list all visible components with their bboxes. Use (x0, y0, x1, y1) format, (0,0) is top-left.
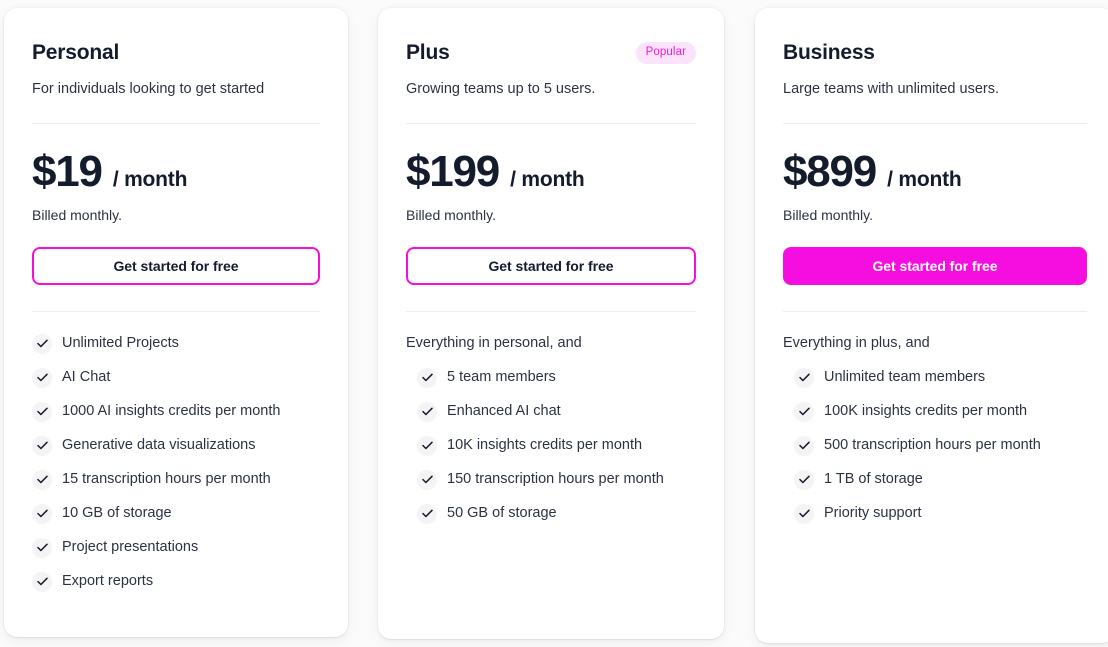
plan-name: Business (783, 41, 875, 64)
plan-title-row: Plus Popular (406, 39, 696, 67)
billing-note: Billed monthly. (406, 207, 497, 223)
feature-item: 500 transcription hours per month (794, 435, 1087, 456)
feature-item: 150 transcription hours per month (417, 469, 696, 490)
plan-name: Personal (32, 41, 120, 64)
check-icon (794, 469, 814, 490)
feature-label: 50 GB of storage (447, 505, 557, 521)
feature-item: 1000 AI insights credits per month (32, 401, 320, 422)
plan-description: Growing teams up to 5 users. (406, 81, 596, 97)
feature-item: 5 team members (417, 367, 696, 388)
pricing-plans-grid: Personal For individuals looking to get … (0, 0, 1108, 647)
check-icon (417, 503, 437, 524)
feature-item: 100K insights credits per month (794, 401, 1087, 422)
plan-header: Personal For individuals looking to get … (32, 8, 320, 99)
check-icon (32, 469, 52, 490)
price-amount: $199 (406, 147, 500, 196)
plan-title-row: Business (783, 39, 1087, 67)
plan-description: Large teams with unlimited users. (783, 81, 999, 97)
price-amount: $19 (32, 147, 103, 196)
feature-label: 150 transcription hours per month (447, 471, 664, 487)
feature-intro: Everything in plus, and (783, 335, 930, 351)
feature-item: Unlimited Projects (32, 333, 320, 354)
feature-item: Generative data visualizations (32, 435, 320, 456)
feature-item: 50 GB of storage (417, 503, 696, 524)
plan-name: Plus (406, 41, 450, 64)
price-row: $19 / month (32, 150, 320, 194)
plan-title-row: Personal (32, 39, 320, 67)
feature-label: 5 team members (447, 369, 556, 385)
get-started-button[interactable]: Get started for free (32, 247, 320, 285)
check-icon (417, 401, 437, 422)
feature-item: 10K insights credits per month (417, 435, 696, 456)
check-icon (417, 435, 437, 456)
feature-item: 15 transcription hours per month (32, 469, 320, 490)
feature-label: Export reports (62, 573, 154, 589)
check-icon (32, 571, 52, 592)
price-period: / month (112, 168, 188, 191)
feature-label: Enhanced AI chat (447, 403, 561, 419)
feature-label: AI Chat (62, 369, 111, 385)
check-icon (794, 367, 814, 388)
check-icon (794, 401, 814, 422)
plan-card-plus: Plus Popular Growing teams up to 5 users… (378, 8, 724, 639)
price-amount: $899 (783, 147, 877, 196)
plan-card-personal: Personal For individuals looking to get … (4, 8, 348, 637)
price-block: $199 / month Billed monthly. (406, 124, 696, 224)
feature-label: 1 TB of storage (824, 471, 923, 487)
plan-header: Plus Popular Growing teams up to 5 users… (406, 8, 696, 99)
check-icon (794, 503, 814, 524)
price-block: $899 / month Billed monthly. (783, 124, 1087, 224)
check-icon (417, 469, 437, 490)
price-period: / month (510, 168, 585, 191)
feature-label: Generative data visualizations (62, 437, 256, 453)
check-icon (794, 435, 814, 456)
feature-list: Unlimited Projects AI Chat 1000 AI insig… (32, 312, 320, 592)
feature-item: 1 TB of storage (794, 469, 1087, 490)
feature-item: Enhanced AI chat (417, 401, 696, 422)
feature-label: Priority support (824, 505, 922, 521)
get-started-button[interactable]: Get started for free (406, 247, 696, 285)
feature-item: Unlimited team members (794, 367, 1087, 388)
get-started-button[interactable]: Get started for free (783, 247, 1087, 285)
feature-label: 500 transcription hours per month (824, 437, 1041, 453)
billing-note: Billed monthly. (32, 207, 123, 223)
feature-item: Export reports (32, 571, 320, 592)
feature-list: Everything in plus, and Unlimited team m… (783, 312, 1087, 524)
billing-note: Billed monthly. (783, 207, 874, 223)
check-icon (32, 333, 52, 354)
price-block: $19 / month Billed monthly. (32, 124, 320, 224)
check-icon (417, 367, 437, 388)
feature-label: Unlimited Projects (62, 335, 179, 351)
check-icon (32, 435, 52, 456)
feature-label: 10K insights credits per month (447, 437, 643, 453)
feature-label: 10 GB of storage (62, 505, 172, 521)
price-row: $199 / month (406, 150, 696, 194)
price-period: / month (887, 168, 962, 191)
feature-list: Everything in personal, and 5 team membe… (406, 312, 696, 524)
feature-label: 15 transcription hours per month (62, 471, 271, 487)
plan-description: For individuals looking to get started (32, 81, 265, 97)
feature-label: 100K insights credits per month (824, 403, 1028, 419)
plan-card-business: Business Large teams with unlimited user… (755, 8, 1108, 643)
check-icon (32, 503, 52, 524)
feature-intro: Everything in personal, and (406, 335, 582, 351)
price-row: $899 / month (783, 150, 1087, 194)
feature-label: Unlimited team members (824, 369, 986, 385)
feature-label: Project presentations (62, 539, 199, 555)
plan-header: Business Large teams with unlimited user… (783, 8, 1087, 99)
feature-item: AI Chat (32, 367, 320, 388)
popular-badge: Popular (635, 41, 696, 65)
feature-item: Project presentations (32, 537, 320, 558)
feature-item: 10 GB of storage (32, 503, 320, 524)
check-icon (32, 537, 52, 558)
check-icon (32, 401, 52, 422)
feature-item: Priority support (794, 503, 1087, 524)
feature-label: 1000 AI insights credits per month (62, 403, 281, 419)
check-icon (32, 367, 52, 388)
